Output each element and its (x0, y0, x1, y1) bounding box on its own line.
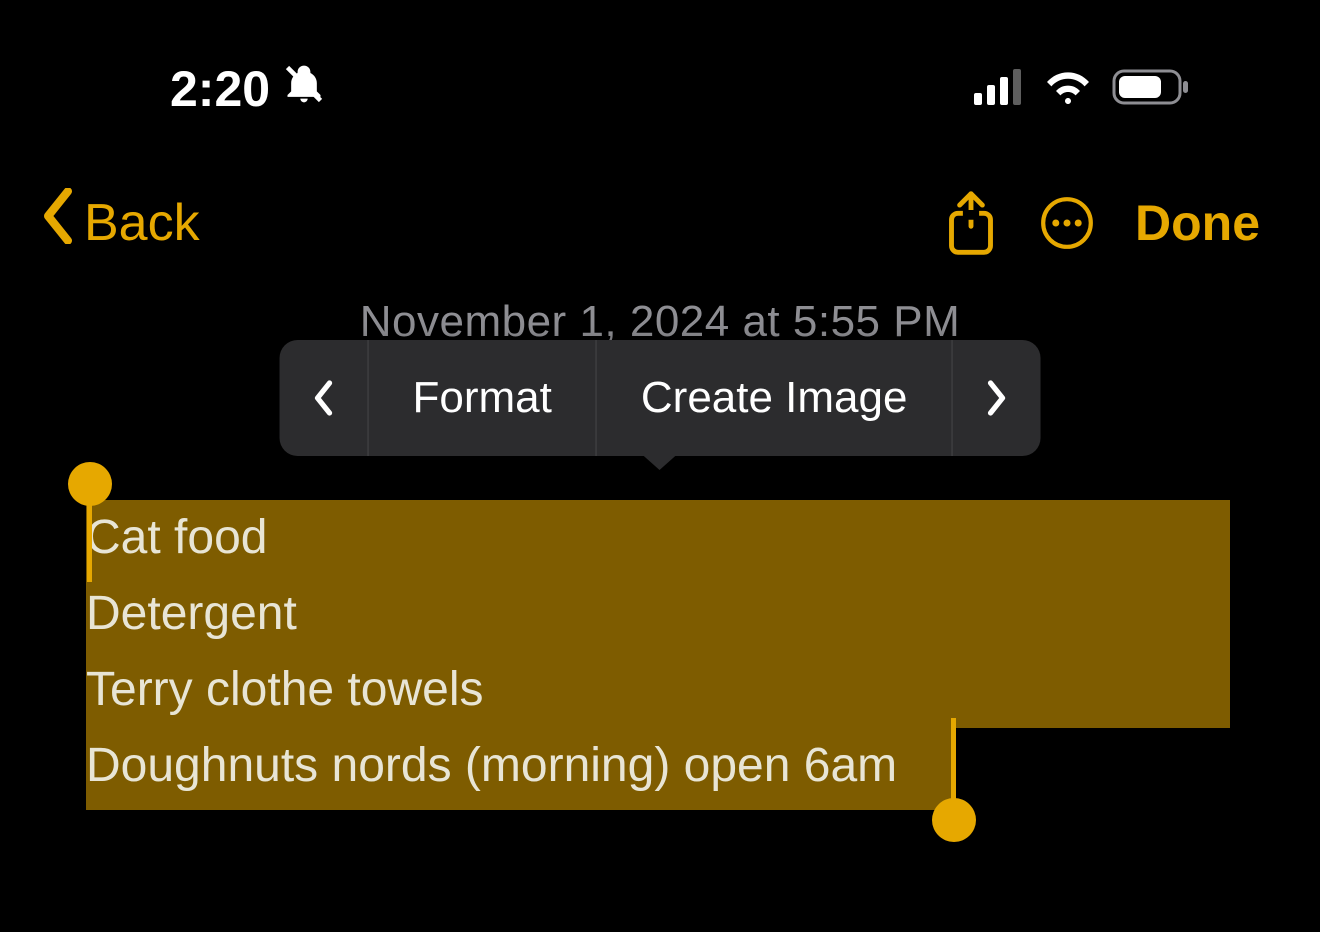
status-bar: 2:20 (0, 0, 1320, 138)
battery-icon (1112, 69, 1190, 110)
nav-right: Done (943, 194, 1260, 252)
status-left: 2:20 (170, 60, 326, 118)
note-line: Detergent (86, 576, 1230, 652)
menu-format-button[interactable]: Format (369, 340, 597, 456)
cellular-icon (974, 69, 1024, 110)
note-content[interactable]: Cat food Detergent Terry clothe towels D… (86, 500, 1230, 804)
more-button[interactable] (1039, 195, 1095, 251)
nav-bar: Back Done (0, 138, 1320, 267)
back-button[interactable]: Back (40, 188, 200, 257)
status-right (974, 69, 1210, 110)
menu-create-image-button[interactable]: Create Image (597, 340, 953, 456)
share-button[interactable] (943, 195, 999, 251)
menu-next-button[interactable] (952, 340, 1040, 456)
selection-handle-start[interactable] (68, 462, 112, 506)
note-line: Doughnuts nords (morning) open 6am (86, 728, 1230, 804)
wifi-icon (1044, 69, 1092, 110)
status-time: 2:20 (170, 60, 270, 118)
context-menu: Format Create Image (280, 340, 1041, 456)
selection-handle-end[interactable] (932, 798, 976, 842)
done-button[interactable]: Done (1135, 194, 1260, 252)
chevron-left-icon (40, 188, 76, 257)
dnd-icon (282, 60, 326, 118)
menu-prev-button[interactable] (280, 340, 369, 456)
note-line: Cat food (86, 500, 1230, 576)
note-line: Terry clothe towels (86, 652, 1230, 728)
back-label: Back (84, 193, 200, 253)
